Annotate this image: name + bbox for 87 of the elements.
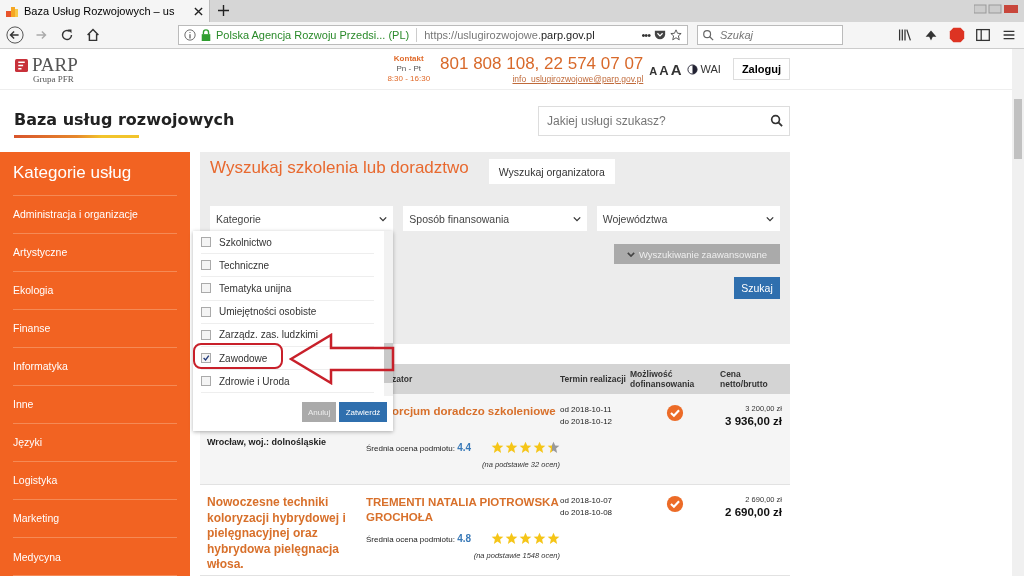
- star-icon: [547, 441, 560, 454]
- browser-search-field[interactable]: Szukaj: [697, 25, 843, 45]
- checkbox[interactable]: [201, 260, 211, 271]
- pocket-icon[interactable]: [654, 29, 666, 41]
- back-icon[interactable]: [6, 26, 24, 44]
- font-size-button[interactable]: A: [670, 60, 682, 78]
- category-option[interactable]: Tematyka unijna: [201, 277, 374, 301]
- email-link[interactable]: info_uslugirozwojowe@parp.gov.pl: [512, 74, 644, 84]
- service-search-field[interactable]: Jakiej usługi szukasz?: [538, 106, 790, 136]
- column-header: Możliwość dofinansowania: [630, 369, 695, 389]
- phone-number: 801 808 108, 22 574 07 07: [440, 54, 644, 74]
- chevron-icon: [626, 251, 635, 257]
- url-prefix: https://uslugirozwojowe.: [424, 29, 541, 41]
- bookmark-star-icon[interactable]: [670, 29, 682, 41]
- checkbox[interactable]: [201, 329, 211, 340]
- address-bar[interactable]: Polska Agencja Rozwoju Przedsi... (PL) https://uslugirozwojowe.parp.gov.pl •••: [178, 25, 688, 45]
- date-from: od 2018-10-07: [560, 495, 614, 507]
- category-option[interactable]: Techniczne: [201, 254, 374, 278]
- category-option[interactable]: Zdrowie i Uroda: [201, 370, 374, 394]
- login-button[interactable]: Zaloguj: [732, 58, 790, 80]
- checkbox[interactable]: [201, 376, 211, 387]
- contact-days: Pn - Pt: [396, 64, 421, 74]
- star-icon: [491, 532, 504, 545]
- page-scrollbar[interactable]: [1012, 49, 1024, 576]
- logo-text[interactable]: PARP: [32, 54, 78, 76]
- contrast-icon[interactable]: [686, 63, 698, 75]
- window-controls-icon[interactable]: [974, 4, 1018, 14]
- contact-label: Kontakt: [393, 54, 424, 64]
- date-to: do 2018-10-12: [560, 416, 614, 428]
- star-icon: [519, 441, 532, 454]
- checkbox[interactable]: [201, 237, 211, 248]
- confirm-button[interactable]: Zatwierdź: [339, 402, 387, 422]
- chevron-icon: [572, 215, 581, 222]
- rating-label: Średnia ocena podmiotu: 4.4: [366, 442, 472, 453]
- filter-select[interactable]: Sposób finansowania: [403, 206, 587, 231]
- url-domain: parp.gov.pl: [541, 29, 595, 41]
- wai-link[interactable]: WAI: [700, 63, 721, 75]
- favicon-icon: [6, 5, 18, 17]
- font-size-button[interactable]: A: [649, 64, 658, 77]
- lock-icon: [200, 29, 212, 41]
- star-icon: [533, 441, 546, 454]
- checkbox[interactable]: [201, 353, 211, 364]
- contact-hours: 8:30 - 16:30: [387, 74, 431, 84]
- search-button[interactable]: Szukaj: [734, 277, 780, 299]
- chevron-icon: [379, 215, 388, 222]
- search-icon: [702, 29, 714, 41]
- site-identity: Polska Agencja Rozwoju Przedsi... (PL): [216, 29, 410, 41]
- star-icon: [505, 532, 518, 545]
- location-text: Wrocław, woj.: dolnośląskie: [207, 437, 328, 447]
- star-icon: [547, 532, 560, 545]
- sidebar-icon[interactable]: [974, 26, 992, 44]
- filter-select[interactable]: Województwa: [596, 206, 780, 231]
- home-icon[interactable]: [84, 26, 102, 44]
- date-from: od 2018-10-11: [560, 404, 613, 416]
- logo-subtitle: Grupa PFR: [33, 74, 74, 84]
- info-icon[interactable]: [184, 29, 196, 41]
- category-option[interactable]: Zarządz. zas. ludzkimi: [201, 323, 374, 347]
- close-icon[interactable]: [194, 6, 203, 16]
- column-header: Cena netto/brutto: [720, 369, 768, 389]
- date-to: do 2018-10-08: [560, 507, 614, 519]
- new-tab-icon[interactable]: [218, 5, 229, 16]
- rating-label: Średnia ocena podmiotu: 4.8: [366, 533, 472, 544]
- star-icon: [519, 532, 532, 545]
- sidebar-title: Kategorie usług: [13, 152, 177, 196]
- column-header: zator: [391, 374, 413, 384]
- search-icon[interactable]: [770, 114, 783, 127]
- checkbox[interactable]: [201, 306, 211, 317]
- page-actions-button[interactable]: •••: [641, 29, 650, 41]
- category-option[interactable]: Szkolnictwo: [201, 231, 374, 255]
- price-gross: 2 690,00 zł: [725, 506, 782, 518]
- scrollbar[interactable]: [384, 231, 393, 396]
- price-gross: 3 936,00 zł: [725, 415, 782, 427]
- star-icon: [533, 532, 546, 545]
- adblock-icon[interactable]: [948, 26, 966, 44]
- search-tab[interactable]: Wyszukaj organizatora: [488, 159, 615, 184]
- star-icon: [491, 441, 504, 454]
- chevron-icon: [766, 215, 774, 222]
- font-size-button[interactable]: A: [659, 62, 669, 78]
- browser-tab[interactable]: Baza Usług Rozwojowych – us: [0, 0, 210, 22]
- logo-icon: [15, 58, 28, 72]
- filter-select[interactable]: Kategorie: [210, 206, 394, 231]
- site-title: Baza usług rozwojowych: [14, 110, 235, 129]
- checkbox[interactable]: [201, 283, 211, 294]
- category-option[interactable]: Umiejętności osobiste: [201, 300, 374, 324]
- column-header: Termin realizacji: [560, 374, 626, 384]
- category-option[interactable]: Zawodowe: [201, 346, 374, 371]
- star-icon: [505, 441, 518, 454]
